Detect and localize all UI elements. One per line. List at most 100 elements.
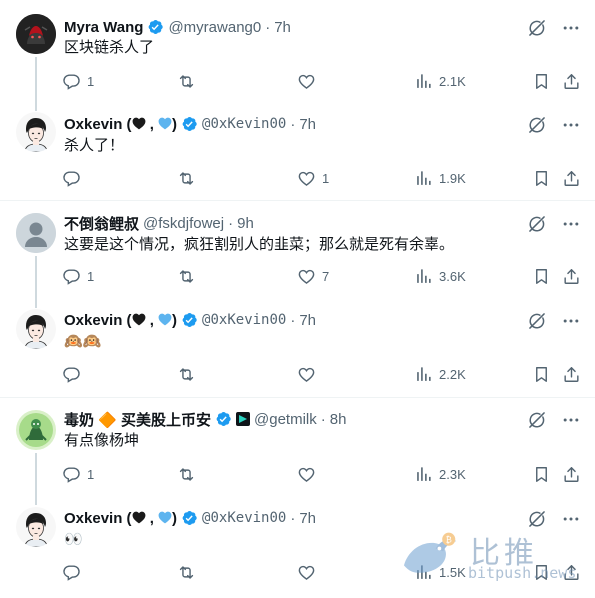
tweet-oxkevin-reply-1[interactable]: Oxkevin ( , ) @0xKevin00 · 7h 杀人了！ 1 1.9… [0, 102, 595, 200]
share-button[interactable] [562, 465, 581, 484]
retweet-button[interactable] [177, 365, 202, 384]
display-name[interactable]: Oxkevin ( , ) [64, 312, 177, 329]
reply-button[interactable]: 1 [62, 465, 94, 484]
user-handle[interactable]: @fskdjfowej [143, 215, 224, 232]
like-button[interactable]: 1 [297, 169, 329, 188]
avatar[interactable] [16, 410, 56, 450]
share-button[interactable] [562, 72, 581, 91]
retweet-icon [177, 365, 196, 384]
grok-slash-icon[interactable] [527, 311, 547, 331]
display-name[interactable]: 毒奶 🔶 买美股上币安 [64, 409, 211, 430]
avatar[interactable] [16, 112, 56, 152]
display-name[interactable]: Oxkevin ( , ) [64, 510, 177, 527]
reply-button[interactable] [62, 365, 87, 384]
timestamp[interactable]: 8h [330, 411, 347, 428]
like-icon [297, 465, 316, 484]
user-handle[interactable]: @myrawang0 [168, 19, 261, 36]
grok-slash-icon[interactable] [527, 214, 547, 234]
retweet-button[interactable] [177, 169, 202, 188]
bird-logo-icon: ₿ [403, 532, 457, 573]
avatar-image [16, 112, 56, 152]
reply-icon [62, 365, 81, 384]
avatar[interactable] [16, 14, 56, 54]
retweet-button[interactable] [177, 563, 202, 582]
like-button[interactable] [297, 563, 322, 582]
tweet-actions: 1 7 3.6K [62, 267, 584, 287]
share-button[interactable] [562, 169, 581, 188]
views-button[interactable]: 2.2K [414, 365, 466, 384]
tweet-top-icons [527, 115, 581, 135]
user-handle[interactable]: @0xKevin00 [202, 116, 286, 132]
retweet-icon [177, 465, 196, 484]
more-icon[interactable] [561, 311, 581, 331]
name-suffix: ) [172, 311, 178, 329]
reply-button[interactable]: 1 [62, 72, 94, 91]
tweet-actions: 2.2K [62, 365, 584, 385]
views-button[interactable]: 1.9K [414, 169, 466, 188]
timestamp[interactable]: 7h [299, 510, 316, 527]
default-avatar-icon [16, 213, 56, 253]
more-icon[interactable] [561, 18, 581, 38]
display-name[interactable]: Oxkevin ( , ) [64, 116, 177, 133]
timestamp[interactable]: 7h [299, 116, 316, 133]
bookmark-button[interactable] [532, 169, 551, 188]
display-name[interactable]: Myra Wang [64, 19, 143, 36]
bookmark-button[interactable] [532, 267, 551, 286]
views-button[interactable]: 2.1K [414, 72, 466, 91]
tweet-actions: 1 1.9K [62, 169, 584, 189]
name-text: Oxkevin ( [64, 311, 132, 329]
black-heart-icon [132, 117, 146, 130]
retweet-button[interactable] [177, 465, 202, 484]
views-count: 1.9K [439, 171, 466, 186]
bookmark-button[interactable] [532, 72, 551, 91]
reply-count: 1 [87, 467, 95, 482]
views-button[interactable]: 2.3K [414, 465, 466, 484]
more-icon[interactable] [561, 410, 581, 430]
bookmark-button[interactable] [532, 365, 551, 384]
tweet-myra-wang[interactable]: Myra Wang @myrawang0 · 7h 区块链杀人了 1 2.1K [0, 0, 595, 111]
grok-slash-icon[interactable] [527, 18, 547, 38]
tweet-text: 这要是这个情况，疯狂割别人的韭菜；那么就是死有余辜。 [64, 236, 455, 253]
user-handle[interactable]: @getmilk [254, 411, 317, 428]
tweet-text: 👀 [64, 531, 83, 548]
avatar[interactable] [16, 213, 56, 253]
timestamp[interactable]: 9h [237, 215, 254, 232]
tweet-dunai[interactable]: 毒奶 🔶 买美股上币安 @getmilk · 8h 有点像杨坤 1 2.3K [0, 398, 595, 505]
retweet-button[interactable] [177, 267, 202, 286]
tweet-budaoweng[interactable]: 不倒翁鲤叔 @fskdjfowej · 9h 这要是这个情况，疯狂割别人的韭菜；… [0, 201, 595, 308]
reply-button[interactable]: 1 [62, 267, 94, 286]
bookmark-button[interactable] [532, 465, 551, 484]
reply-button[interactable] [62, 169, 87, 188]
share-icon [562, 267, 581, 286]
tweet-text: 区块链杀人了 [64, 39, 155, 56]
more-icon[interactable] [561, 115, 581, 135]
verified-badge-icon [180, 115, 198, 133]
timestamp[interactable]: 7h [299, 312, 316, 329]
share-button[interactable] [562, 365, 581, 384]
like-button[interactable] [297, 72, 322, 91]
like-button[interactable] [297, 465, 322, 484]
more-icon[interactable] [561, 214, 581, 234]
grok-slash-icon[interactable] [527, 115, 547, 135]
svg-text:₿: ₿ [446, 534, 452, 544]
views-button[interactable]: 3.6K [414, 267, 466, 286]
watermark-domain: bitpush.news [468, 564, 577, 582]
avatar[interactable] [16, 309, 56, 349]
black-heart-icon [132, 313, 146, 326]
display-name[interactable]: 不倒翁鲤叔 [64, 213, 139, 234]
like-icon [297, 365, 316, 384]
user-handle[interactable]: @0xKevin00 [202, 510, 286, 526]
bookmark-icon [532, 465, 551, 484]
user-handle[interactable]: @0xKevin00 [202, 312, 286, 328]
tweet-top-icons [527, 214, 581, 234]
tweet-text: 🙉🙉 [64, 333, 102, 350]
tweet-oxkevin-reply-2[interactable]: Oxkevin ( , ) @0xKevin00 · 7h 🙉🙉 2.2K [0, 299, 595, 397]
reply-button[interactable] [62, 563, 87, 582]
grok-slash-icon[interactable] [527, 410, 547, 430]
like-button[interactable]: 7 [297, 267, 329, 286]
like-button[interactable] [297, 365, 322, 384]
timestamp[interactable]: 7h [274, 19, 291, 36]
share-button[interactable] [562, 267, 581, 286]
retweet-button[interactable] [177, 72, 202, 91]
avatar[interactable] [16, 507, 56, 547]
